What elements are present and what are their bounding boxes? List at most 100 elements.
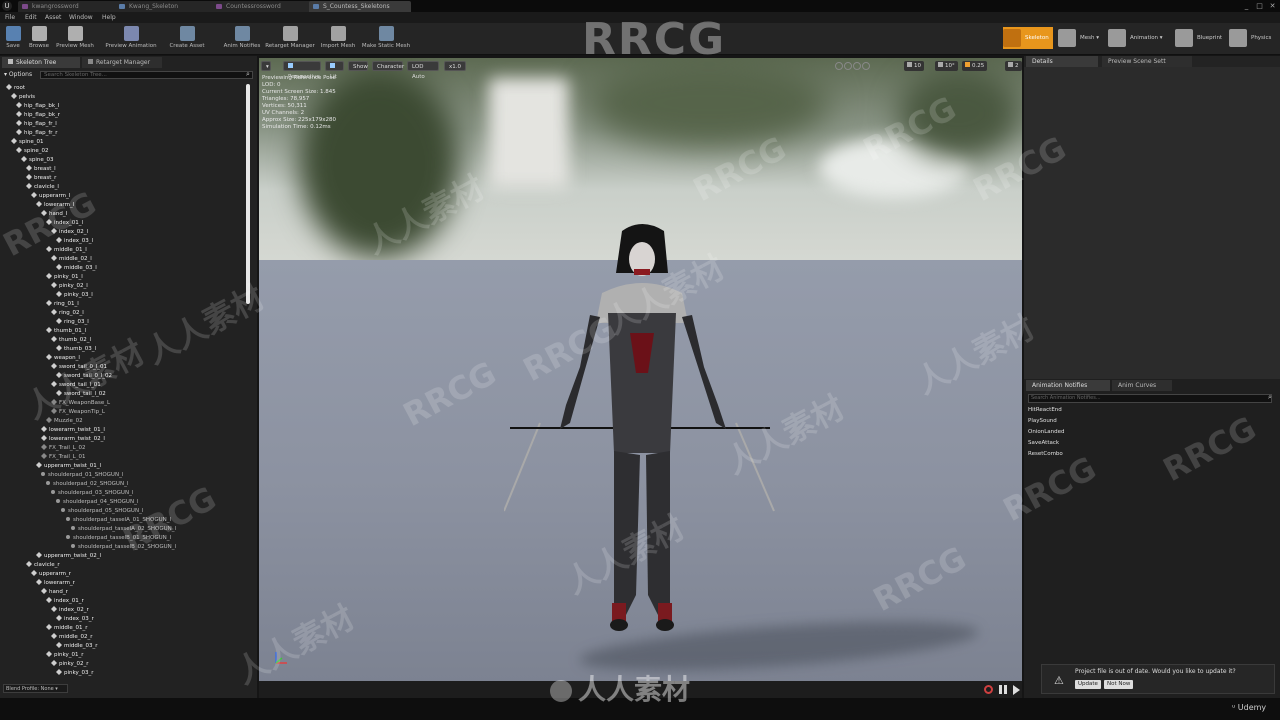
- viewport-lit-button[interactable]: Lit: [325, 61, 344, 80]
- record-icon[interactable]: [984, 685, 993, 694]
- create-asset-button[interactable]: Create Asset: [167, 23, 207, 55]
- tree-node[interactable]: pinky_01_l: [46, 273, 83, 282]
- tree-node[interactable]: pinky_02_l: [51, 282, 88, 291]
- tree-node[interactable]: index_02_r: [51, 606, 89, 615]
- tree-node[interactable]: hip_flap_fr_r: [16, 129, 58, 138]
- viewport-snap-value[interactable]: 2: [1005, 61, 1022, 71]
- translate-icon[interactable]: [844, 62, 852, 70]
- minimize-icon[interactable]: _: [1240, 0, 1253, 12]
- tree-node[interactable]: thumb_01_l: [46, 327, 86, 336]
- options-button[interactable]: ▾ Options: [4, 70, 32, 80]
- play-icon[interactable]: [1013, 685, 1020, 695]
- tab-animation-notifies[interactable]: Animation Notifies: [1026, 380, 1110, 391]
- save-button[interactable]: Save: [2, 23, 24, 55]
- mode-animation[interactable]: Animation ▾: [1108, 27, 1168, 49]
- rotate-icon[interactable]: [853, 62, 861, 70]
- mode-blueprint[interactable]: Blueprint: [1175, 27, 1223, 49]
- viewport-snap-value[interactable]: 10°: [935, 61, 958, 71]
- tree-node[interactable]: shoulderpad_04_SHOGUN_l: [56, 498, 138, 507]
- tree-node[interactable]: pinky_03_l: [56, 291, 93, 300]
- blend-profile-select[interactable]: Blend Profile: None ▾: [3, 684, 68, 693]
- tree-node[interactable]: shoulderpad_05_SHOGUN_l: [61, 507, 143, 516]
- notify-item[interactable]: ResetCombo: [1028, 451, 1063, 457]
- tree-node[interactable]: middle_02_l: [51, 255, 92, 264]
- tree-node[interactable]: spine_02: [16, 147, 49, 156]
- viewport-character-button[interactable]: Character: [372, 61, 404, 71]
- tree-node[interactable]: breast_l: [26, 165, 56, 174]
- preview-mesh-button[interactable]: Preview Mesh: [55, 23, 95, 55]
- menu-file[interactable]: File: [5, 12, 15, 23]
- tab-preview-scene-settings[interactable]: Preview Scene Sett: [1102, 56, 1192, 67]
- menu-window[interactable]: Window: [69, 12, 93, 23]
- notify-item[interactable]: OnionLanded: [1028, 429, 1064, 435]
- tree-node[interactable]: upperarm_twist_01_l: [36, 462, 101, 471]
- tree-node[interactable]: middle_03_r: [56, 642, 98, 651]
- tree-node[interactable]: FX_Trail_L_02: [41, 444, 85, 453]
- tree-node[interactable]: hip_flap_bk_r: [16, 111, 60, 120]
- anim-notifies-button[interactable]: Anim Notifies: [222, 23, 262, 55]
- mode-physics[interactable]: Physics: [1229, 27, 1277, 49]
- make-static-mesh-button[interactable]: Make Static Mesh: [358, 23, 414, 55]
- tree-node[interactable]: breast_r: [26, 174, 56, 183]
- asset-tab[interactable]: S_Countess_Skeletons: [309, 1, 411, 12]
- tree-node[interactable]: shoulderpad_03_SHOGUN_l: [51, 489, 133, 498]
- tree-node[interactable]: lowerarm_twist_02_l: [41, 435, 105, 444]
- unreal-logo-icon[interactable]: U: [2, 1, 12, 11]
- asset-tab[interactable]: Countessrossword: [212, 1, 314, 12]
- notify-item[interactable]: PlaySound: [1028, 418, 1057, 424]
- tree-node[interactable]: ring_01_l: [46, 300, 79, 309]
- maximize-icon[interactable]: □: [1253, 0, 1266, 12]
- pause-icon[interactable]: [999, 685, 1007, 694]
- notifies-search-input[interactable]: Search Animation Notifies...: [1028, 394, 1272, 403]
- viewport-lod-auto-button[interactable]: LOD Auto: [407, 61, 439, 80]
- tree-node[interactable]: pinky_01_r: [46, 651, 84, 660]
- notify-item[interactable]: SaveAttack: [1028, 440, 1059, 446]
- tree-node[interactable]: shoulderpad_01_SHOGUN_l: [41, 471, 123, 480]
- tree-node[interactable]: pinky_03_r: [56, 669, 94, 678]
- mode-skeleton[interactable]: Skeleton: [1003, 27, 1053, 49]
- tab-anim-curves[interactable]: Anim Curves: [1112, 380, 1172, 391]
- viewport-options-button[interactable]: ▾: [261, 61, 271, 71]
- tree-node[interactable]: shoulderpad_02_SHOGUN_l: [46, 480, 128, 489]
- tree-node[interactable]: ring_02_l: [51, 309, 84, 318]
- asset-tab[interactable]: Kwang_Skeleton: [115, 1, 217, 12]
- preview-animation-button[interactable]: Preview Animation: [103, 23, 159, 55]
- viewport-x1-0-button[interactable]: x1.0: [444, 61, 467, 71]
- tree-node[interactable]: thumb_02_l: [51, 336, 91, 345]
- tree-node[interactable]: lowerarm_r: [36, 579, 75, 588]
- mode-mesh[interactable]: Mesh ▾: [1058, 27, 1106, 49]
- not-now-button[interactable]: Not Now: [1104, 680, 1134, 689]
- tree-node[interactable]: middle_01_l: [46, 246, 87, 255]
- transform-icon[interactable]: [835, 62, 843, 70]
- tree-node[interactable]: clavicle_l: [26, 183, 59, 192]
- tree-node[interactable]: hip_flap_bk_l: [16, 102, 59, 111]
- tree-node[interactable]: upperarm_r: [31, 570, 71, 579]
- tab-retarget-manager[interactable]: Retarget Manager: [82, 57, 162, 68]
- menu-asset[interactable]: Asset: [45, 12, 61, 23]
- tree-node[interactable]: middle_03_l: [56, 264, 97, 273]
- scale-icon[interactable]: [862, 62, 870, 70]
- tree-node[interactable]: middle_01_r: [46, 624, 88, 633]
- tree-node[interactable]: hip_flap_fr_l: [16, 120, 57, 129]
- tree-node[interactable]: clavicle_r: [26, 561, 60, 570]
- tree-node[interactable]: index_01_r: [46, 597, 84, 606]
- menu-edit[interactable]: Edit: [25, 12, 37, 23]
- close-icon[interactable]: ✕: [1266, 0, 1279, 12]
- tree-node[interactable]: index_03_r: [56, 615, 94, 624]
- tab-details[interactable]: Details: [1026, 56, 1098, 67]
- tree-node[interactable]: pinky_02_r: [51, 660, 89, 669]
- tree-node[interactable]: FX_Trail_L_01: [41, 453, 85, 462]
- tab-skeleton-tree[interactable]: Skeleton Tree: [2, 57, 80, 68]
- tree-node[interactable]: spine_01: [11, 138, 44, 147]
- asset-tab[interactable]: kwangrossword: [18, 1, 120, 12]
- tree-node[interactable]: middle_02_r: [51, 633, 93, 642]
- tree-scrollbar[interactable]: [246, 84, 250, 304]
- viewport-snap-value[interactable]: 10: [904, 61, 924, 71]
- notify-item[interactable]: HitReactEnd: [1028, 407, 1062, 413]
- update-button[interactable]: Update: [1075, 680, 1101, 689]
- browse-button[interactable]: Browse: [27, 23, 51, 55]
- tree-node[interactable]: spine_03: [21, 156, 54, 165]
- skeleton-search-input[interactable]: Search Skeleton Tree...: [40, 71, 253, 79]
- tree-node[interactable]: pelvis: [11, 93, 35, 102]
- tree-node[interactable]: ring_03_l: [56, 318, 89, 327]
